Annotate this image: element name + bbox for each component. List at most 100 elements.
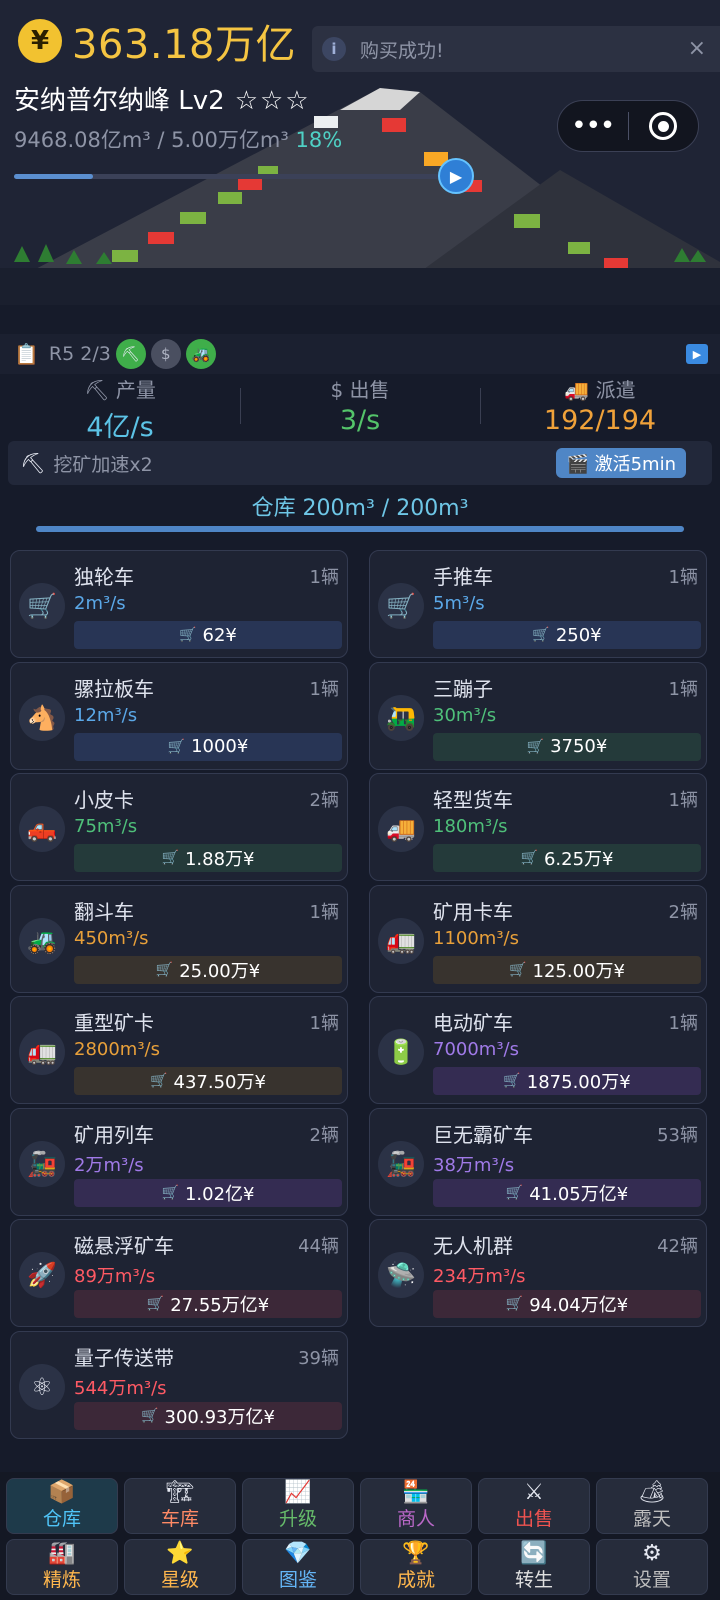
stat-label: 派遣 [595,378,636,402]
nav-button[interactable]: 📈 升级 [242,1478,354,1534]
vehicle-count: 1辆 [309,678,339,700]
vehicle-rate: 75m³/s [74,816,138,837]
vehicle-icon: 🚚 [378,806,424,852]
buy-vehicle-button[interactable]: 🛒 300.93万亿¥ [74,1401,342,1430]
vehicle-card[interactable]: 🐴 骡拉板车 1辆 12m³/s 🛒 1000¥ [10,661,348,770]
buy-vehicle-button[interactable]: 🛒 125.00万¥ [433,955,701,984]
vehicle-rate: 180m³/s [433,816,508,837]
vehicle-price: 41.05万亿¥ [529,1183,629,1205]
buy-vehicle-button[interactable]: 🛒 3750¥ [433,732,701,761]
vehicle-card[interactable]: 🚂 矿用列车 2辆 2万m³/s 🛒 1.02亿¥ [10,1107,348,1216]
stat-value: 4亿/s [86,412,154,443]
vehicle-card[interactable]: 🛻 小皮卡 2辆 75m³/s 🛒 1.88万¥ [10,773,348,881]
vehicle-icon: 🐴 [19,694,65,741]
vehicle-name: 手推车 [433,565,493,589]
vehicle-count: 44辆 [298,1236,339,1257]
vehicle-price: 25.00万¥ [179,960,261,982]
vehicle-icon: 🛒 [19,583,65,629]
nav-icon: 💎 [284,1541,312,1566]
vehicle-name: 翻斗车 [74,899,134,924]
vehicle-name: 小皮卡 [74,788,134,812]
vehicle-icon: 🔋 [378,1029,424,1075]
nav-button[interactable]: 💎 图鉴 [242,1539,354,1595]
warehouse-progress-fill [36,526,684,532]
more-menu-icon[interactable]: ••• [558,111,628,141]
vehicle-price: 3750¥ [550,736,608,757]
vehicle-card[interactable]: 🛺 三蹦子 1辆 30m³/s 🛒 3750¥ [369,661,707,770]
cart-icon: 🛒 [161,850,179,866]
vehicle-card[interactable]: ⚛ 量子传送带 39辆 544万m³/s 🛒 300.93万亿¥ [10,1330,348,1439]
vehicle-price: 1.88万¥ [184,849,255,870]
tractor-badge-icon: 🚜 [185,339,216,369]
buy-vehicle-button[interactable]: 🛒 94.04万亿¥ [433,1290,701,1318]
vehicle-card[interactable]: 🚚 轻型货车 1辆 180m³/s 🛒 6.25万¥ [369,773,707,881]
nav-button[interactable]: ⚔ 出售 [478,1478,590,1534]
cart-icon: 🛒 [503,1073,521,1089]
vehicle-rate: 30m³/s [433,704,497,726]
cart-icon: 🛒 [526,738,545,755]
nav-button[interactable]: 🏭 精炼 [6,1539,118,1595]
vehicle-card[interactable]: 🛸 无人机群 42辆 234万m³/s 🛒 94.04万亿¥ [369,1219,707,1327]
vehicle-count: 2辆 [309,790,339,811]
buy-vehicle-button[interactable]: 🛒 1875.00万¥ [433,1067,701,1095]
buy-vehicle-button[interactable]: 🛒 1000¥ [74,732,342,761]
nav-button[interactable]: 🏕 露天 [596,1478,708,1534]
info-icon: i [322,37,346,61]
vehicle-count: 2辆 [309,1124,339,1146]
stat-production: ⛏ 产量 4亿/s [0,374,240,443]
buy-vehicle-button[interactable]: 🛒 1.02亿¥ [74,1178,342,1207]
nav-button[interactable]: 🔄 转生 [478,1539,590,1595]
vehicle-card[interactable]: 🚀 磁悬浮矿车 44辆 89万m³/s 🛒 27.55万亿¥ [10,1219,348,1327]
toast-close-icon[interactable]: × [688,36,706,61]
vehicle-count: 1辆 [668,678,698,700]
vehicle-price: 437.50万¥ [173,1072,266,1093]
warehouse-capacity: 仓库 200m³ / 200m³ [251,496,469,521]
vehicle-rate: 89万m³/s [74,1266,156,1287]
vehicle-card[interactable]: 🚜 翻斗车 1辆 450m³/s 🛒 25.00万¥ [10,884,348,993]
vehicle-card[interactable]: 🔋 电动矿车 1辆 7000m³/s 🛒 1875.00万¥ [369,996,707,1104]
mine-scene: ¥ 363.18万亿 安纳普尔纳峰 Lv2 ☆☆☆ 9468.08亿m³ / 5.… [0,0,720,305]
buy-vehicle-button[interactable]: 🛒 1.88万¥ [74,844,342,872]
nav-button[interactable]: ⚙ 设置 [596,1539,708,1595]
vehicle-name: 矿用卡车 [433,899,513,924]
stat-label: 产量 [115,378,156,402]
nav-button[interactable]: 🏗 车库 [124,1478,236,1534]
vehicle-name: 骡拉板车 [74,676,154,701]
buy-vehicle-button[interactable]: 🛒 25.00万¥ [74,955,342,984]
vehicle-card[interactable]: 🚂 巨无霸矿车 53辆 38万m³/s 🛒 41.05万亿¥ [369,1107,707,1216]
nav-icon: 🏭 [48,1541,76,1566]
vehicle-price: 1875.00万¥ [526,1072,631,1093]
vehicle-count: 53辆 [657,1124,698,1146]
vehicle-card[interactable]: 🚛 重型矿卡 1辆 2800m³/s 🛒 437.50万¥ [10,996,348,1104]
vehicle-count: 1辆 [309,1013,339,1034]
buy-vehicle-button[interactable]: 🛒 6.25万¥ [433,844,701,872]
buy-vehicle-button[interactable]: 🛒 27.55万亿¥ [74,1290,342,1318]
nav-button[interactable]: 🏪 商人 [360,1478,472,1534]
nav-label: 图鉴 [278,1569,317,1591]
buy-vehicle-button[interactable]: 🛒 41.05万亿¥ [433,1178,701,1207]
boost-label: 挖矿加速x2 [53,453,153,476]
vehicle-count: 1辆 [668,1013,698,1034]
cart-icon: 🛒 [155,961,174,978]
money-display: ¥ 363.18万亿 [18,12,296,70]
vehicle-card[interactable]: 🛒 手推车 1辆 5m³/s 🛒 250¥ [369,550,707,658]
buy-vehicle-button[interactable]: 🛒 437.50万¥ [74,1067,342,1095]
clipboard-icon: 📋 [14,342,39,366]
vehicle-card[interactable]: 🚛 矿用卡车 2辆 1100m³/s 🛒 125.00万¥ [369,884,707,993]
close-miniprogram-button[interactable] [629,112,699,140]
vehicle-icon: 🛻 [19,806,65,852]
play-ad-button[interactable]: ▶ [438,158,474,194]
buy-vehicle-button[interactable]: 🛒 62¥ [74,621,342,649]
vehicle-price: 27.55万亿¥ [170,1295,270,1316]
vehicle-name: 重型矿卡 [74,1011,154,1035]
nav-button[interactable]: ⭐ 星级 [124,1539,236,1595]
money-amount: 363.18万亿 [72,22,296,68]
nav-button[interactable]: 📦 仓库 [6,1478,118,1534]
cart-icon: 🛒 [179,627,197,643]
vehicle-card[interactable]: 🛒 独轮车 1辆 2m³/s 🛒 62¥ [10,550,348,658]
vehicle-price: 300.93万亿¥ [164,1406,275,1428]
video-icon[interactable]: ▶ [686,344,708,364]
activate-boost-button[interactable]: 🎬 激活5min [556,448,686,478]
buy-vehicle-button[interactable]: 🛒 250¥ [433,621,701,649]
nav-button[interactable]: 🏆 成就 [360,1539,472,1595]
